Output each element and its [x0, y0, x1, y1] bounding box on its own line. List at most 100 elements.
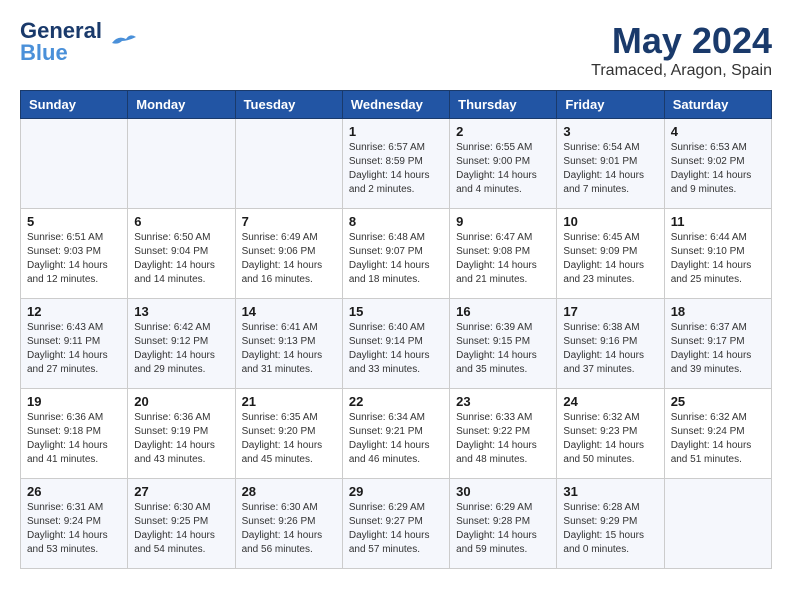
header-cell-monday: Monday: [128, 91, 235, 119]
day-number: 18: [671, 304, 765, 319]
calendar-cell: 12 Sunrise: 6:43 AM Sunset: 9:11 PM Dayli…: [21, 299, 128, 389]
cell-info: Sunrise: 6:42 AM Sunset: 9:12 PM Dayligh…: [134, 321, 228, 377]
cell-info: Sunrise: 6:48 AM Sunset: 9:07 PM Dayligh…: [349, 231, 443, 287]
day-number: 1: [349, 124, 443, 139]
calendar-cell: 5Sunrise: 6:51 AM Sunset: 9:03 PM Daylig…: [21, 209, 128, 299]
day-number: 24: [563, 394, 657, 409]
calendar-body: 1 Sunrise: 6:57 AM Sunset: 8:59 PM Daylig…: [21, 119, 772, 569]
calendar-cell: 18Sunrise: 6:37 AM Sunset: 9:17 PM Dayli…: [664, 299, 771, 389]
day-number: 26: [27, 484, 121, 499]
logo-bird-icon: [108, 31, 136, 53]
calendar-cell: 8Sunrise: 6:48 AM Sunset: 9:07 PM Daylig…: [342, 209, 449, 299]
cell-info: Sunrise: 6:50 AM Sunset: 9:04 PM Dayligh…: [134, 231, 228, 287]
day-number: 17: [563, 304, 657, 319]
calendar-cell: 24 Sunrise: 6:32 AM Sunset: 9:23 PM Dayli…: [557, 389, 664, 479]
day-number: 2: [456, 124, 550, 139]
day-number: 16: [456, 304, 550, 319]
calendar-cell: 29 Sunrise: 6:29 AM Sunset: 9:27 PM Dayli…: [342, 479, 449, 569]
calendar-cell: 7Sunrise: 6:49 AM Sunset: 9:06 PM Daylig…: [235, 209, 342, 299]
location-subtitle: Tramaced, Aragon, Spain: [591, 62, 772, 80]
cell-info: Sunrise: 6:38 AM Sunset: 9:16 PM Dayligh…: [563, 321, 657, 377]
day-number: 6: [134, 214, 228, 229]
calendar-cell: 21Sunrise: 6:35 AM Sunset: 9:20 PM Dayli…: [235, 389, 342, 479]
calendar-cell: [235, 119, 342, 209]
cell-info: Sunrise: 6:32 AM Sunset: 9:23 PM Dayligh…: [563, 411, 657, 467]
day-number: 5: [27, 214, 121, 229]
day-number: 15: [349, 304, 443, 319]
calendar-cell: 3Sunrise: 6:54 AM Sunset: 9:01 PM Daylig…: [557, 119, 664, 209]
calendar-cell: 10 Sunrise: 6:45 AM Sunset: 9:09 PM Dayli…: [557, 209, 664, 299]
calendar-cell: 26 Sunrise: 6:31 AM Sunset: 9:24 PM Dayli…: [21, 479, 128, 569]
logo-blue: Blue: [20, 42, 102, 64]
calendar-cell: [21, 119, 128, 209]
cell-info: Sunrise: 6:57 AM Sunset: 8:59 PM Dayligh…: [349, 141, 443, 197]
cell-info: Sunrise: 6:55 AM Sunset: 9:00 PM Dayligh…: [456, 141, 550, 197]
cell-info: Sunrise: 6:33 AM Sunset: 9:22 PM Dayligh…: [456, 411, 550, 467]
calendar-cell: 20Sunrise: 6:36 AM Sunset: 9:19 PM Dayli…: [128, 389, 235, 479]
cell-info: Sunrise: 6:30 AM Sunset: 9:26 PM Dayligh…: [242, 501, 336, 557]
day-number: 13: [134, 304, 228, 319]
calendar-cell: 6 Sunrise: 6:50 AM Sunset: 9:04 PM Daylig…: [128, 209, 235, 299]
calendar-cell: 2 Sunrise: 6:55 AM Sunset: 9:00 PM Daylig…: [450, 119, 557, 209]
title-block: May 2024 Tramaced, Aragon, Spain: [591, 20, 772, 80]
cell-info: Sunrise: 6:43 AM Sunset: 9:11 PM Dayligh…: [27, 321, 121, 377]
calendar-cell: 4Sunrise: 6:53 AM Sunset: 9:02 PM Daylig…: [664, 119, 771, 209]
calendar-cell: [664, 479, 771, 569]
cell-info: Sunrise: 6:47 AM Sunset: 9:08 PM Dayligh…: [456, 231, 550, 287]
day-number: 25: [671, 394, 765, 409]
page-header: General Blue May 2024 Tramaced, Aragon, …: [20, 20, 772, 80]
calendar-header: SundayMondayTuesdayWednesdayThursdayFrid…: [21, 91, 772, 119]
calendar-table: SundayMondayTuesdayWednesdayThursdayFrid…: [20, 90, 772, 569]
calendar-cell: 11Sunrise: 6:44 AM Sunset: 9:10 PM Dayli…: [664, 209, 771, 299]
day-number: 22: [349, 394, 443, 409]
header-cell-sunday: Sunday: [21, 91, 128, 119]
day-number: 9: [456, 214, 550, 229]
month-title: May 2024: [591, 20, 772, 62]
calendar-cell: 28 Sunrise: 6:30 AM Sunset: 9:26 PM Dayli…: [235, 479, 342, 569]
logo: General Blue: [20, 20, 136, 64]
logo-general: General: [20, 20, 102, 42]
header-cell-saturday: Saturday: [664, 91, 771, 119]
cell-info: Sunrise: 6:45 AM Sunset: 9:09 PM Dayligh…: [563, 231, 657, 287]
header-cell-thursday: Thursday: [450, 91, 557, 119]
cell-info: Sunrise: 6:41 AM Sunset: 9:13 PM Dayligh…: [242, 321, 336, 377]
calendar-cell: 17 Sunrise: 6:38 AM Sunset: 9:16 PM Dayli…: [557, 299, 664, 389]
header-cell-wednesday: Wednesday: [342, 91, 449, 119]
cell-info: Sunrise: 6:40 AM Sunset: 9:14 PM Dayligh…: [349, 321, 443, 377]
cell-info: Sunrise: 6:36 AM Sunset: 9:18 PM Dayligh…: [27, 411, 121, 467]
cell-info: Sunrise: 6:35 AM Sunset: 9:20 PM Dayligh…: [242, 411, 336, 467]
day-number: 27: [134, 484, 228, 499]
calendar-cell: 23 Sunrise: 6:33 AM Sunset: 9:22 PM Dayli…: [450, 389, 557, 479]
calendar-cell: 13 Sunrise: 6:42 AM Sunset: 9:12 PM Dayli…: [128, 299, 235, 389]
day-number: 4: [671, 124, 765, 139]
calendar-week-5: 26 Sunrise: 6:31 AM Sunset: 9:24 PM Dayli…: [21, 479, 772, 569]
day-number: 7: [242, 214, 336, 229]
day-number: 3: [563, 124, 657, 139]
header-cell-friday: Friday: [557, 91, 664, 119]
day-number: 28: [242, 484, 336, 499]
calendar-cell: 31Sunrise: 6:28 AM Sunset: 9:29 PM Dayli…: [557, 479, 664, 569]
cell-info: Sunrise: 6:31 AM Sunset: 9:24 PM Dayligh…: [27, 501, 121, 557]
calendar-cell: [128, 119, 235, 209]
calendar-cell: 15 Sunrise: 6:40 AM Sunset: 9:14 PM Dayli…: [342, 299, 449, 389]
day-number: 19: [27, 394, 121, 409]
calendar-cell: 25 Sunrise: 6:32 AM Sunset: 9:24 PM Dayli…: [664, 389, 771, 479]
calendar-week-3: 12 Sunrise: 6:43 AM Sunset: 9:11 PM Dayli…: [21, 299, 772, 389]
header-cell-tuesday: Tuesday: [235, 91, 342, 119]
day-number: 10: [563, 214, 657, 229]
cell-info: Sunrise: 6:39 AM Sunset: 9:15 PM Dayligh…: [456, 321, 550, 377]
day-number: 12: [27, 304, 121, 319]
cell-info: Sunrise: 6:29 AM Sunset: 9:28 PM Dayligh…: [456, 501, 550, 557]
calendar-cell: 30Sunrise: 6:29 AM Sunset: 9:28 PM Dayli…: [450, 479, 557, 569]
calendar-cell: 14 Sunrise: 6:41 AM Sunset: 9:13 PM Dayli…: [235, 299, 342, 389]
cell-info: Sunrise: 6:32 AM Sunset: 9:24 PM Dayligh…: [671, 411, 765, 467]
calendar-cell: 1 Sunrise: 6:57 AM Sunset: 8:59 PM Daylig…: [342, 119, 449, 209]
cell-info: Sunrise: 6:29 AM Sunset: 9:27 PM Dayligh…: [349, 501, 443, 557]
cell-info: Sunrise: 6:44 AM Sunset: 9:10 PM Dayligh…: [671, 231, 765, 287]
day-number: 29: [349, 484, 443, 499]
header-row: SundayMondayTuesdayWednesdayThursdayFrid…: [21, 91, 772, 119]
day-number: 31: [563, 484, 657, 499]
day-number: 14: [242, 304, 336, 319]
calendar-cell: 27Sunrise: 6:30 AM Sunset: 9:25 PM Dayli…: [128, 479, 235, 569]
day-number: 23: [456, 394, 550, 409]
